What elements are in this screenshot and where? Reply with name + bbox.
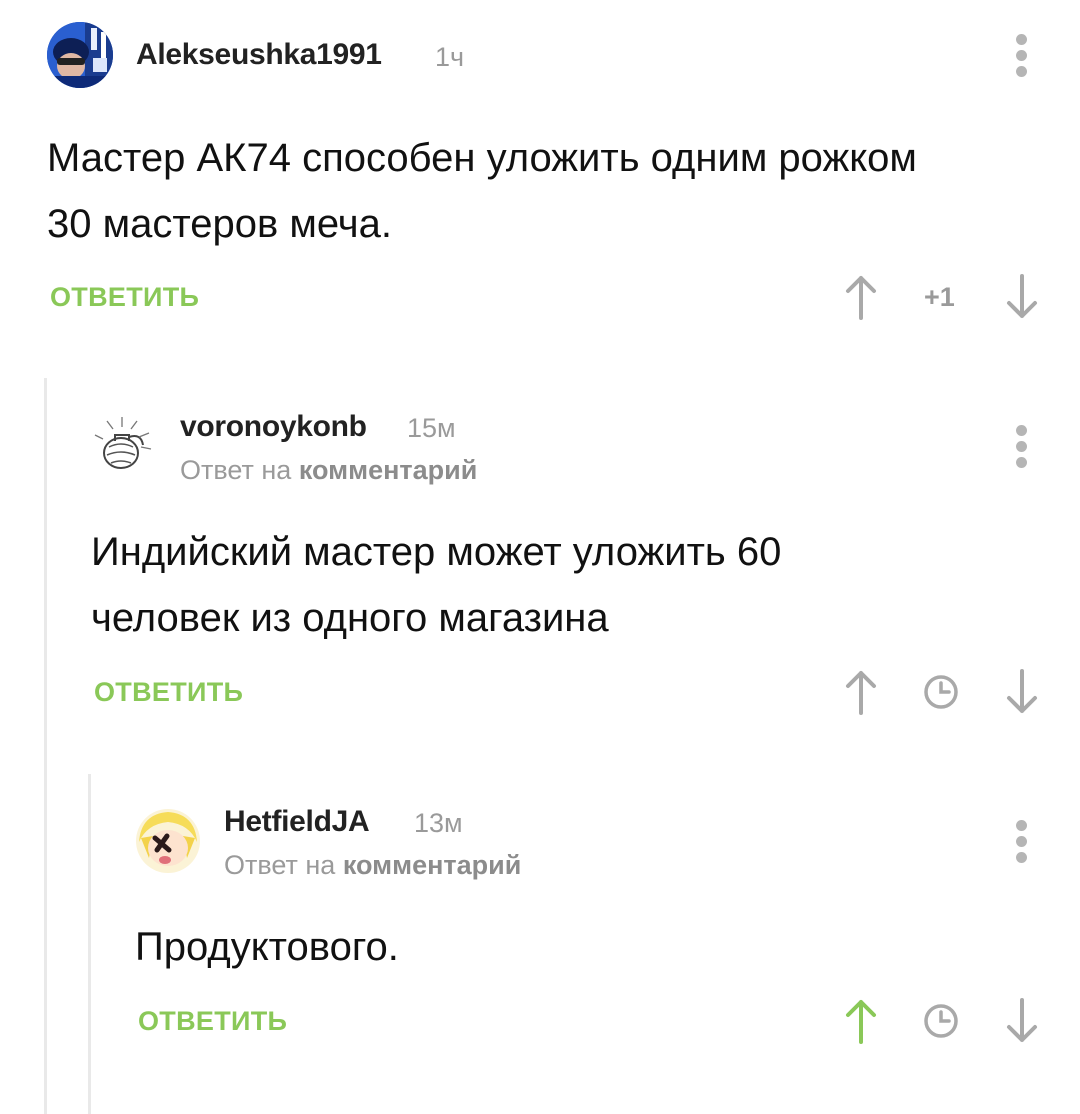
reply-button[interactable]: ОТВЕТИТЬ [138, 1006, 287, 1037]
downvote-arrow-icon[interactable] [1004, 998, 1040, 1049]
downvote-arrow-icon[interactable] [1004, 274, 1040, 325]
avatar[interactable] [91, 413, 157, 479]
rating-value: +1 [924, 282, 955, 312]
comment-text: Продуктового. [135, 925, 399, 969]
username[interactable]: voronoykonb [180, 410, 367, 444]
more-options-icon[interactable] [1013, 820, 1029, 864]
reply-to-label: Ответ на комментарий [224, 850, 522, 880]
clock-icon [922, 673, 960, 716]
more-options-icon[interactable] [1013, 425, 1029, 469]
reply-button[interactable]: ОТВЕТИТЬ [94, 677, 243, 708]
timestamp: 15м [407, 413, 456, 443]
avatar[interactable] [135, 808, 201, 874]
thread-line-level1 [44, 378, 47, 1114]
reply-to-label: Ответ на комментарий [180, 455, 478, 485]
upvote-arrow-icon[interactable] [843, 669, 879, 720]
anime-character-avatar-icon [136, 809, 200, 873]
upvote-arrow-icon[interactable] [843, 998, 879, 1049]
thread-line-level2 [88, 774, 91, 1114]
parent-comment-link[interactable]: комментарий [343, 850, 522, 880]
clock-icon [922, 1002, 960, 1045]
reply-button[interactable]: ОТВЕТИТЬ [50, 282, 199, 313]
username[interactable]: Alekseushka1991 [136, 38, 382, 72]
comment-text: Индийский мастер может уложить 60 челове… [91, 530, 782, 640]
comment-text: Мастер АК74 способен уложить одним рожко… [47, 136, 917, 246]
upvote-arrow-icon[interactable] [843, 274, 879, 325]
username[interactable]: HetfieldJA [224, 805, 370, 839]
user-avatar-photo-icon [47, 22, 113, 88]
timestamp: 13м [414, 808, 463, 838]
grenade-sketch-avatar-icon [94, 417, 152, 469]
avatar[interactable] [47, 22, 113, 88]
more-options-icon[interactable] [1013, 34, 1029, 78]
parent-comment-link[interactable]: комментарий [299, 455, 478, 485]
timestamp: 1ч [435, 42, 465, 72]
downvote-arrow-icon[interactable] [1004, 669, 1040, 720]
